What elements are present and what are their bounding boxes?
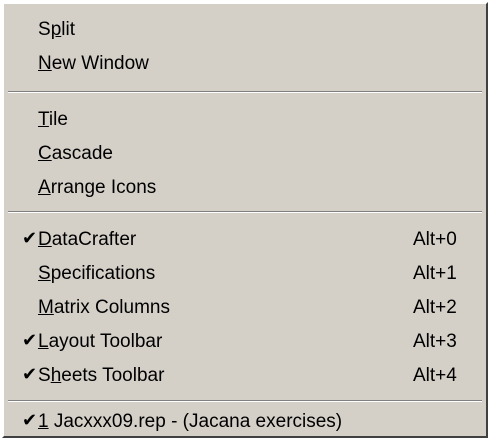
menu-item-sheets-toolbar[interactable]: ✔ Sheets Toolbar Alt+4 — [4, 360, 486, 394]
window-menu: Split New Window Tile Cascade Arrange Ic… — [2, 2, 488, 438]
menu-item-shortcut: Alt+4 — [413, 365, 457, 386]
menu-item-tile[interactable]: Tile — [4, 104, 486, 138]
menu-item-shortcut: Alt+1 — [413, 263, 457, 284]
menu-item-shortcut: Alt+3 — [413, 331, 457, 352]
menu-item-specifications[interactable]: Specifications Alt+1 — [4, 258, 486, 292]
menu-item-matrix-columns[interactable]: Matrix Columns Alt+2 — [4, 292, 486, 326]
menu-item-label: Matrix Columns — [38, 297, 170, 318]
menu-item-label: Sheets Toolbar — [38, 365, 165, 386]
menu-item-shortcut: Alt+0 — [413, 229, 457, 250]
menu-item-label: Layout Toolbar — [38, 331, 163, 352]
menu-item-label: New Window — [38, 53, 149, 74]
menu-item-recent-window-1[interactable]: ✔ 1 Jacxxx09.rep - (Jacana exercises) — [4, 406, 486, 440]
menu-item-arrange-icons[interactable]: Arrange Icons — [4, 172, 486, 206]
menu-separator — [8, 211, 482, 213]
menu-item-datacrafter[interactable]: ✔ DataCrafter Alt+0 — [4, 224, 486, 258]
menu-separator — [8, 91, 482, 93]
menu-item-layout-toolbar[interactable]: ✔ Layout Toolbar Alt+3 — [4, 326, 486, 360]
menu-item-label: 1 Jacxxx09.rep - (Jacana exercises) — [38, 411, 343, 432]
menu-item-label: Split — [38, 19, 75, 40]
menu-item-new-window[interactable]: New Window — [4, 48, 486, 82]
menu-item-label: Tile — [38, 109, 68, 130]
menu-item-label: Cascade — [38, 143, 114, 164]
menu-item-label: Arrange Icons — [38, 177, 157, 198]
menu-separator — [8, 400, 482, 402]
menu-item-split[interactable]: Split — [4, 14, 486, 48]
menu-item-label: Specifications — [38, 263, 156, 284]
menu-item-label: DataCrafter — [38, 229, 137, 250]
menu-item-shortcut: Alt+2 — [413, 297, 457, 318]
menu-item-cascade[interactable]: Cascade — [4, 138, 486, 172]
